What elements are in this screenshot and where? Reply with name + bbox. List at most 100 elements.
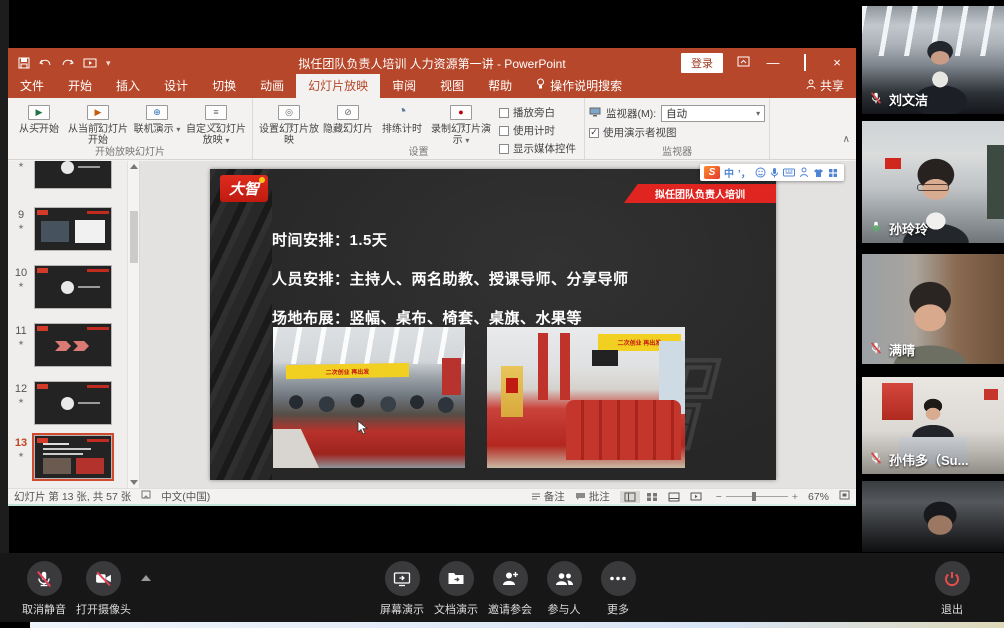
from-beginning-button[interactable]: ▶ 从头开始 [12,101,66,135]
custom-slideshow-button[interactable]: ≡ 自定义幻灯片放映 ▾ [184,101,248,146]
clock-icon: ◔ [397,103,407,121]
participant-video-5[interactable] [862,481,1004,552]
open-camera-button[interactable]: 打开摄像头 [76,561,131,617]
group-label-setup: 设置 [253,143,584,158]
tab-design[interactable]: 设计 [152,74,200,98]
tab-transitions[interactable]: 切换 [200,74,248,98]
camera-options-caret[interactable] [141,575,151,581]
reading-view-button[interactable] [664,491,684,503]
slide-sorter-view-button[interactable] [642,491,662,503]
play-narrations-checkbox[interactable]: 播放旁白 [499,105,576,120]
ribbon-display-options-icon[interactable] [737,54,750,72]
tab-file[interactable]: 文件 [8,74,56,98]
normal-view-button[interactable] [620,491,640,503]
language-indicator[interactable]: 中文(中国) [161,489,210,504]
monitor-dropdown[interactable]: 自动▾ [661,105,765,122]
scrollbar-thumb[interactable] [130,211,138,263]
slideshow-view-button[interactable] [686,491,706,503]
lightbulb-icon [536,78,545,93]
window-bottom-edge [8,504,856,506]
setup-slideshow-button[interactable]: ◎ 设置幻灯片放映 [257,101,321,146]
powerpoint-window: ▾ 拟任团队负责人培训 人力资源第一讲 - PowerPoint 登录 — × … [8,48,856,506]
tab-help[interactable]: 帮助 [476,74,524,98]
slide-thumbnail-9[interactable]: 9★ [8,207,126,251]
tab-animations[interactable]: 动画 [248,74,296,98]
sogou-logo-icon[interactable]: S [704,166,720,179]
tab-view[interactable]: 视图 [428,74,476,98]
zoom-percent[interactable]: 67% [808,491,829,503]
login-button[interactable]: 登录 [681,53,723,73]
panel-scrollbar[interactable] [127,161,139,488]
ime-mic-icon[interactable] [770,167,779,179]
dazhi-logo: 大智 [220,175,268,202]
unmute-button[interactable]: 取消静音 [22,561,66,617]
comment-icon [575,492,586,501]
use-timings-checkbox[interactable]: 使用计时 [499,123,576,138]
slide-thumbnail-panel[interactable]: 8★ 9★ 10★ 11★ 12★ [8,161,140,488]
slide-thumbnail-8[interactable]: 8★ [8,161,126,189]
ime-mode-chinese[interactable]: 中 [724,165,734,180]
scroll-down-arrow[interactable] [130,480,138,485]
tab-insert[interactable]: 插入 [104,74,152,98]
exit-button[interactable]: 退出 [930,561,974,617]
restore-button[interactable] [796,54,814,72]
notes-toggle[interactable]: 备注 [531,489,565,504]
undo-icon[interactable] [39,58,52,69]
doc-share-button[interactable]: 文档演示 [434,561,478,617]
slide-thumbnail-10[interactable]: 10★ [8,265,126,309]
slide-thumbnail-12[interactable]: 12★ [8,381,126,425]
scroll-up-arrow[interactable] [130,164,138,169]
participant-video-sunweiduo[interactable]: 孙伟多（Su... [862,377,1004,474]
animation-star-icon: ★ [8,281,34,289]
zoom-slider-thumb[interactable] [752,492,756,501]
quick-access-toolbar: ▾ [8,57,111,69]
participant-video-sunlingling[interactable]: 孙玲玲 [862,121,1004,243]
start-slideshow-icon[interactable] [83,58,97,69]
notes-icon [531,492,541,501]
from-current-slide-button[interactable]: ▶ 从当前幻灯片开始 [66,101,130,146]
record-slideshow-button[interactable]: ● 录制幻灯片演示 ▾ [429,101,493,146]
participant-video-liuwenjie[interactable]: 刘文洁 [862,6,1004,114]
ribbon-group-start-slideshow: ▶ 从头开始 ▶ 从当前幻灯片开始 ⊕ 联机演示 ▾ ≡ 自定义幻灯片放映 ▾ … [8,98,253,159]
tab-review[interactable]: 审阅 [380,74,428,98]
invite-button[interactable]: 邀请参会 [488,561,532,617]
close-button[interactable]: × [828,54,846,72]
ime-toolbox-icon[interactable] [828,168,838,178]
mouse-cursor [357,420,368,440]
tell-me-search[interactable]: 操作说明搜索 [524,74,634,98]
invite-person-icon [501,570,519,587]
ime-keyboard-icon[interactable] [783,168,795,177]
save-icon[interactable] [18,57,30,69]
participant-name: 刘文洁 [889,90,928,109]
qat-customize-caret[interactable]: ▾ [106,58,111,69]
share-button[interactable]: 共享 [794,74,856,98]
participant-video-manqing[interactable]: 满晴 [862,254,1004,364]
slide-thumbnail-11[interactable]: 11★ [8,323,126,367]
minimize-button[interactable]: — [764,54,782,72]
participants-button[interactable]: 参与人 [542,561,586,617]
slide-text-venue: 场地布展：竖幅、桌布、椅套、桌旗、水果等 [272,307,582,328]
hide-slide-button[interactable]: ⊘ 隐藏幻灯片 [321,101,375,135]
desktop: ▾ 拟任团队负责人培训 人力资源第一讲 - PowerPoint 登录 — × … [0,0,1004,628]
slide-thumbnail-13-selected[interactable]: 13★ [8,435,126,479]
tab-home[interactable]: 开始 [56,74,104,98]
tab-slideshow[interactable]: 幻灯片放映 [296,74,380,98]
ime-punctuation-icon[interactable]: ’， [738,165,751,180]
monitor-record-icon: ● [450,105,472,120]
zoom-in-button[interactable]: + [792,491,798,503]
repeat-icon[interactable] [61,58,74,69]
ime-emoji-icon[interactable] [755,167,766,178]
more-button[interactable]: 更多 [596,561,640,617]
fit-to-window-icon[interactable] [839,490,850,503]
proofing-icon[interactable] [141,490,151,503]
comments-toggle[interactable]: 批注 [575,489,610,504]
zoom-out-button[interactable]: − [716,491,722,503]
ime-handwriting-icon[interactable] [799,167,809,178]
use-presenter-view-checkbox[interactable]: 使用演示者视图 [589,125,765,140]
rehearse-timings-button[interactable]: ◔ 排练计时 [375,101,429,135]
collapse-ribbon-chevron[interactable]: ∧ [843,134,850,145]
screen-share-button[interactable]: 屏幕演示 [380,561,424,617]
slide-13[interactable]: 大智 拟任团队负责人培训 大智 时间安排：1.5天 人员安排：主持人、两名助教、… [210,169,776,480]
present-online-button[interactable]: ⊕ 联机演示 ▾ [130,101,184,135]
ime-skin-icon[interactable] [813,168,824,178]
